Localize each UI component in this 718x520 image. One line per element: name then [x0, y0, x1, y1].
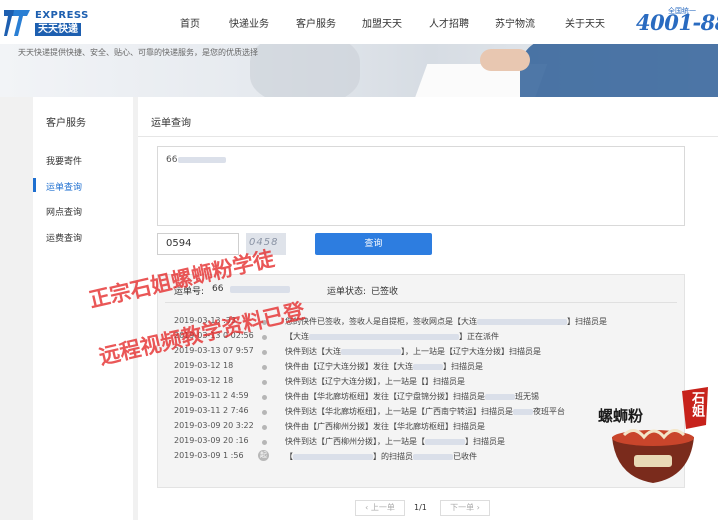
banner-slogan: 天天快递提供快捷、安全、贴心、可靠的快递服务，是您的优质选择	[18, 48, 258, 57]
timeline-description: 【大连 】正在派件	[285, 332, 499, 341]
nav-express-business[interactable]: 快递业务	[229, 15, 269, 30]
site-header: EXPRESS 天天快递 首页 快递业务 客户服务 加盟天天 人才招聘 苏宁物流…	[0, 0, 718, 44]
timeline-time: 2019-03-09 20 3:22	[174, 421, 254, 430]
sidebar-item-send[interactable]: 我要寄件	[46, 154, 82, 167]
timeline-description: 您的快件已签收，签收人是自提柜，签收网点是【大连 】扫描员是	[285, 317, 607, 326]
timeline-description: 快件到达【大连 】，上一站是【辽宁大连分拨】扫描员是	[285, 347, 541, 356]
timeline-dot	[262, 380, 267, 385]
sidebar-item-freight-query[interactable]: 运费查询	[46, 231, 82, 244]
timeline-description: 快件由【广西柳州分拨】发往【华北廊坊枢纽】扫描员是	[285, 422, 485, 431]
timeline-dot	[262, 425, 267, 430]
sidebar-item-waybill-query[interactable]: 运单查询	[46, 180, 82, 193]
watermark-logo: 螺蛳粉 石姐	[594, 385, 712, 490]
page-title: 运单查询	[151, 118, 191, 129]
nav-about[interactable]: 关于天天	[565, 15, 605, 30]
prev-waybill-button[interactable]: ‹ 上一单	[355, 500, 405, 516]
timeline-dot	[262, 440, 267, 445]
waybill-textarea[interactable]: 66	[157, 146, 685, 226]
timeline-description: 快件到达【广西柳州分拨】，上一站是【 】扫描员是	[285, 437, 505, 446]
timeline-time: 2019-03-09 20 :16	[174, 436, 249, 445]
timeline-description: 快件由【华北廊坊枢纽】发往【辽宁盘锦分拨】扫描员是 班无锡	[285, 392, 539, 401]
sidebar-item-outlet-query[interactable]: 网点查询	[46, 205, 82, 218]
redacted-text	[230, 286, 290, 293]
banner-person-shape	[250, 44, 360, 97]
timeline-description: 快件到达【辽宁大连分拨】，上一站是【】扫描员是	[285, 377, 465, 386]
banner-sleeve-shape	[520, 44, 718, 97]
nav-home[interactable]: 首页	[180, 15, 200, 30]
next-waybill-button[interactable]: 下一单 ›	[440, 500, 490, 516]
timeline-time: 2019-03-11 2 4:59	[174, 391, 249, 400]
timeline-dot	[262, 410, 267, 415]
nav-suning-logistics[interactable]: 苏宁物流	[495, 15, 535, 30]
timeline-time: 2019-03-12 18	[174, 376, 234, 385]
timeline-start-badge: 起	[258, 450, 269, 461]
timeline-time: 2019-03-09 1 :56	[174, 451, 244, 460]
timeline-dot	[262, 335, 267, 340]
timeline-description: 快件到达【华北廊坊枢纽】，上一站是【广西南宁转运】扫描员是 夜班平台	[285, 407, 565, 416]
waybill-status-label: 运单状态:	[327, 287, 367, 297]
logo-english-text: EXPRESS	[35, 10, 89, 21]
page-indicator: 1/1	[414, 503, 427, 512]
waybill-textarea-value: 66	[166, 155, 178, 165]
timeline-description: 【】的扫描员 已收件	[285, 452, 477, 461]
nav-customer-service[interactable]: 客户服务	[296, 15, 336, 30]
query-button[interactable]: 查询	[315, 233, 432, 255]
timeline-description: 快件由【辽宁大连分拨】发往【大连 】扫描员是	[285, 362, 483, 371]
captcha-input-value: 0594	[166, 238, 192, 249]
watermark-logo-side-text: 石姐	[689, 391, 704, 417]
site-logo[interactable]: EXPRESS 天天快递	[4, 8, 88, 38]
title-divider	[138, 136, 718, 137]
waybill-status-value: 已签收	[371, 287, 399, 297]
nav-join[interactable]: 加盟天天	[362, 15, 402, 30]
hotline-number: 4001-888	[636, 10, 718, 35]
logo-chinese-text: 天天快递	[35, 23, 81, 36]
result-divider	[165, 302, 677, 303]
timeline-dot	[262, 365, 267, 370]
banner-hand-shape	[480, 49, 530, 71]
redacted-text	[178, 157, 226, 163]
chevron-right-icon: ›	[474, 503, 480, 512]
timeline-dot	[262, 350, 267, 355]
timeline-dot	[262, 395, 267, 400]
timeline-row: 2019-03-13 :33 您的快件已签收，签收人是自提柜，签收网点是【大连】…	[0, 316, 718, 330]
watermark-logo-text: 螺蛳粉	[598, 407, 644, 425]
sidebar-title: 客户服务	[46, 118, 86, 129]
timeline-time: 2019-03-11 2 7:46	[174, 406, 249, 415]
tt-logo-icon	[4, 10, 30, 36]
nav-careers[interactable]: 人才招聘	[429, 15, 469, 30]
sidebar-active-marker	[33, 178, 36, 192]
banner: 天天快递提供快捷、安全、贴心、可靠的快递服务，是您的优质选择	[0, 44, 718, 97]
timeline-time: 2019-03-12 18	[174, 361, 234, 370]
